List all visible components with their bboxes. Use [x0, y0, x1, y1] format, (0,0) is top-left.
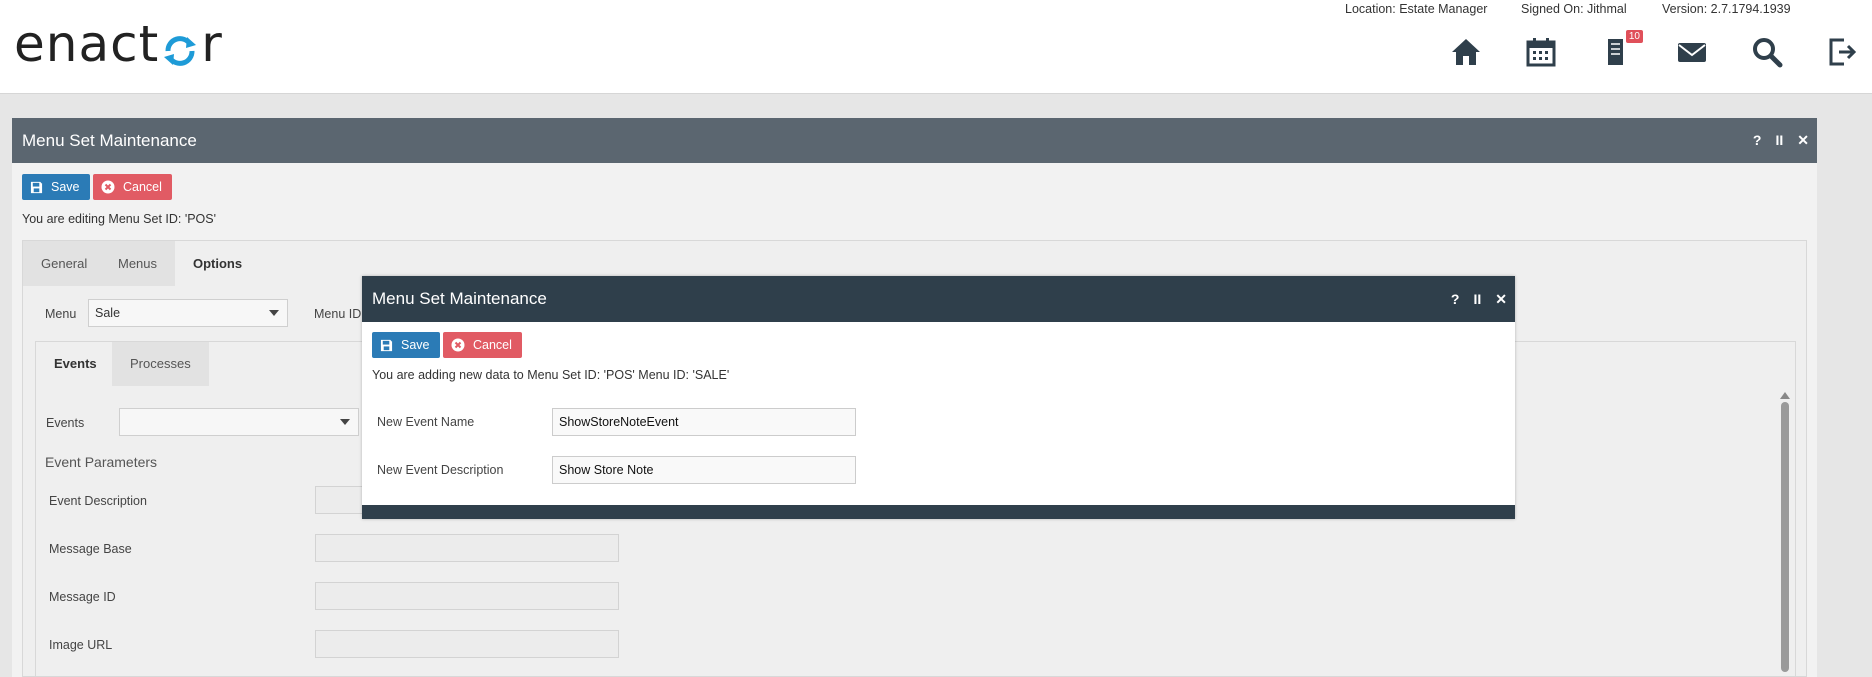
top-header: enact r Location: Estate Manager Signed …	[0, 0, 1872, 94]
panel-header: Menu Set Maintenance ? II ✕	[12, 118, 1817, 163]
modal-help-button[interactable]: ?	[1451, 276, 1460, 322]
tab-options[interactable]: Options	[175, 241, 261, 286]
event-description-label: Event Description	[49, 494, 147, 508]
location-text: Location: Estate Manager	[1345, 2, 1488, 16]
logout-icon[interactable]	[1826, 36, 1858, 68]
vertical-scrollbar[interactable]	[1780, 392, 1790, 677]
pause-button[interactable]: II	[1775, 118, 1783, 163]
chevron-down-icon	[269, 310, 279, 316]
menu-select[interactable]: Sale	[88, 299, 288, 327]
chevron-down-icon	[340, 419, 350, 425]
modal-save-button[interactable]: Save	[372, 332, 440, 358]
tab-processes[interactable]: Processes	[112, 342, 209, 386]
tab-events[interactable]: Events	[36, 342, 115, 386]
calendar-icon[interactable]	[1525, 36, 1557, 68]
mail-icon[interactable]	[1676, 36, 1708, 68]
modal-pause-button[interactable]: II	[1473, 276, 1481, 322]
new-event-name-label: New Event Name	[377, 415, 475, 429]
version-text: Version: 2.7.1794.1939	[1662, 2, 1791, 16]
logo-refresh-mark	[160, 24, 200, 66]
editing-info-text: You are editing Menu Set ID: 'POS'	[22, 212, 217, 226]
modal-footer	[362, 505, 1515, 519]
tab-menus[interactable]: Menus	[100, 241, 176, 286]
help-button[interactable]: ?	[1753, 118, 1762, 163]
menu-id-label: Menu ID	[314, 307, 362, 321]
modal-header: Menu Set Maintenance ? II ✕	[362, 276, 1515, 322]
modal-info-text: You are adding new data to Menu Set ID: …	[372, 368, 730, 382]
events-label: Events	[46, 416, 85, 430]
save-icon	[30, 181, 43, 193]
modal-close-button[interactable]: ✕	[1495, 276, 1507, 322]
save-icon	[380, 339, 393, 351]
image-url-label: Image URL	[49, 638, 113, 652]
save-button[interactable]: Save	[22, 174, 90, 200]
cancel-icon	[101, 180, 115, 194]
close-button[interactable]: ✕	[1797, 118, 1809, 163]
new-event-description-label: New Event Description	[377, 463, 504, 477]
new-event-name-field[interactable]	[552, 408, 856, 436]
message-base-field[interactable]	[315, 534, 619, 562]
menu-label: Menu	[45, 307, 77, 321]
home-icon[interactable]	[1450, 36, 1482, 68]
event-parameters-heading: Event Parameters	[45, 454, 158, 470]
events-select[interactable]	[119, 408, 359, 436]
notification-badge: 10	[1625, 30, 1643, 43]
panel-title: Menu Set Maintenance	[22, 131, 197, 150]
cancel-icon	[451, 338, 465, 352]
cancel-button[interactable]: Cancel	[93, 174, 172, 200]
new-event-description-field[interactable]	[552, 456, 856, 484]
enactor-logo: enact r	[14, 15, 223, 73]
message-base-label: Message Base	[49, 542, 132, 556]
tab-general[interactable]: General	[23, 241, 106, 286]
documents-icon[interactable]: 10	[1601, 30, 1643, 68]
scroll-up-icon[interactable]	[1780, 392, 1790, 399]
modal-cancel-button[interactable]: Cancel	[443, 332, 522, 358]
signed-on-text: Signed On: Jithmal	[1521, 2, 1627, 16]
image-url-field[interactable]	[315, 630, 619, 658]
message-id-field[interactable]	[315, 582, 619, 610]
add-event-modal: Menu Set Maintenance ? II ✕ Save Cancel …	[362, 276, 1515, 519]
message-id-label: Message ID	[49, 590, 116, 604]
scroll-thumb[interactable]	[1780, 402, 1789, 672]
modal-title: Menu Set Maintenance	[372, 289, 547, 308]
search-icon[interactable]	[1751, 36, 1783, 68]
